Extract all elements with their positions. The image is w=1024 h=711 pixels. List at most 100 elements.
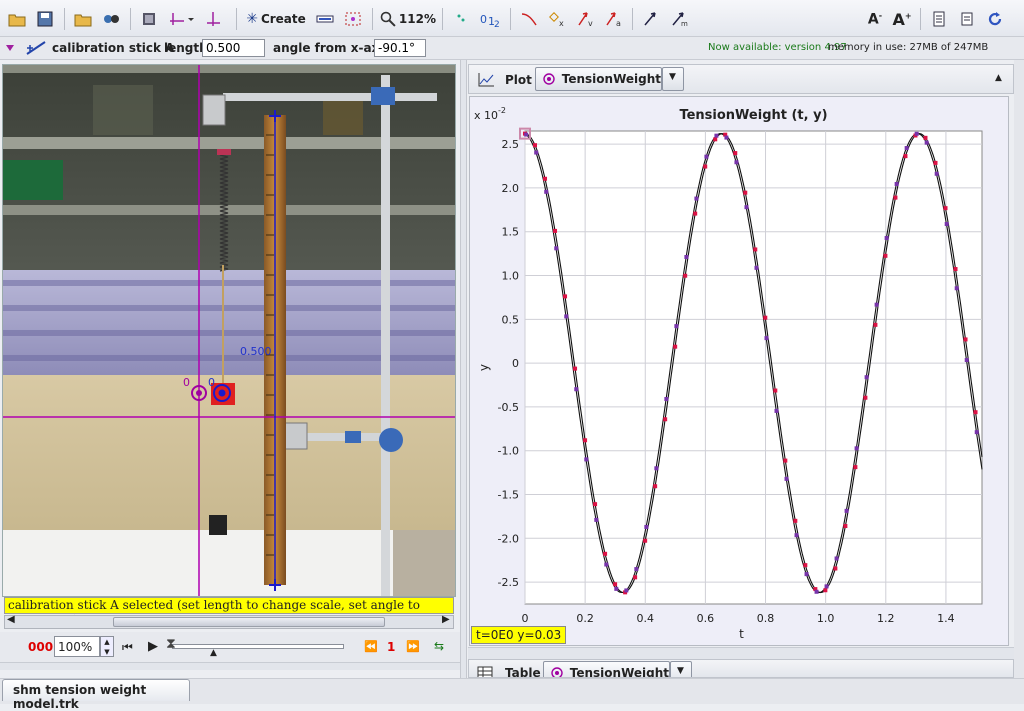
- data-point: [963, 337, 968, 342]
- calibration-stick-icon: [26, 41, 46, 55]
- data-point: [693, 211, 698, 216]
- video-view[interactable]: 0.500 0 0: [2, 64, 456, 597]
- step-size[interactable]: 1: [387, 640, 395, 654]
- loop-icon[interactable]: ⇆: [434, 639, 444, 653]
- svg-text:a: a: [616, 19, 621, 27]
- data-point: [534, 150, 539, 155]
- data-point: [533, 143, 538, 148]
- momentum-vector-icon[interactable]: m: [668, 7, 690, 31]
- table-view-icon[interactable]: [477, 666, 493, 678]
- y-tick-label: 2.5: [502, 138, 520, 151]
- frame-counter[interactable]: 000: [28, 640, 53, 654]
- data-point: [694, 196, 699, 201]
- video-horizontal-scrollbar[interactable]: ◀ ▶: [4, 614, 454, 629]
- plot-track-dropdown[interactable]: ▼: [662, 67, 684, 91]
- plot-view-icon[interactable]: [477, 72, 495, 88]
- info-icon[interactable]: [956, 7, 978, 31]
- right-split-bar[interactable]: [468, 647, 1014, 659]
- data-point: [874, 302, 879, 307]
- data-point: [753, 247, 758, 252]
- data-point: [713, 137, 718, 142]
- video-player-bar: 000 100% ▲ ▼ ⏮ ▶ ⧗ ▲ ⏪ 1 ⏩ ⇆: [0, 632, 460, 662]
- frame-slider-track[interactable]: [172, 644, 344, 649]
- reset-icon[interactable]: ⏮: [122, 640, 133, 655]
- video-frame-image: [3, 65, 455, 596]
- font-smaller-icon[interactable]: A-: [864, 7, 886, 31]
- zoom-button[interactable]: 112%: [380, 7, 436, 31]
- x-tick-label: 1.4: [937, 612, 955, 625]
- font-larger-icon[interactable]: A+: [890, 7, 914, 31]
- axes-icon[interactable]: [168, 7, 196, 31]
- tracks-list-icon[interactable]: [314, 7, 336, 31]
- open-video-icon[interactable]: [72, 7, 94, 31]
- left-split-bar[interactable]: [0, 662, 460, 670]
- y-tick-label: -1.5: [498, 489, 519, 502]
- labels-icon[interactable]: 012: [478, 7, 502, 31]
- data-point: [754, 265, 759, 270]
- playback-rate-field[interactable]: 100%: [54, 636, 100, 657]
- step-forward-icon[interactable]: ⏩: [406, 640, 420, 653]
- y-tick-label: 2.0: [502, 182, 520, 195]
- data-point: [903, 154, 908, 159]
- save-icon[interactable]: [34, 7, 56, 31]
- position-vector-icon[interactable]: [640, 7, 662, 31]
- memory-readout[interactable]: memory in use: 27MB of 247MB: [828, 42, 988, 53]
- step-back-icon[interactable]: ⏪: [364, 640, 378, 653]
- main-split-divider[interactable]: [460, 60, 467, 678]
- data-point: [603, 551, 608, 556]
- table-track-selector[interactable]: TensionWeight: [543, 661, 670, 677]
- mark-icon[interactable]: x: [546, 7, 568, 31]
- origin-label-secondary: 0: [208, 376, 215, 389]
- plot-view-header: Plot TensionWeight ▼ ▲: [468, 64, 1014, 94]
- coordinate-readout: t=0E0 y=0.03: [471, 626, 567, 644]
- trail-icon[interactable]: [450, 7, 472, 31]
- data-point: [954, 286, 959, 291]
- data-point: [544, 189, 549, 194]
- angle-field[interactable]: [374, 39, 426, 57]
- tape-icon[interactable]: [202, 7, 224, 31]
- data-point: [784, 476, 789, 481]
- table-view-label[interactable]: Table: [505, 666, 541, 677]
- x-tick-label: 0.8: [757, 612, 775, 625]
- notes-icon[interactable]: [928, 7, 950, 31]
- model-builder-icon[interactable]: [342, 7, 364, 31]
- data-point: [904, 146, 909, 151]
- track-name-label[interactable]: calibration stick A: [52, 41, 174, 55]
- plot-area[interactable]: 0 0.2 0.4 0.6 0.8 1.0 1.2 1.4 2.5 2.0 1.5 1.0 0.5 0 -0…: [469, 96, 1009, 646]
- scroll-right-icon[interactable]: ▶: [442, 614, 450, 625]
- clip-settings-icon[interactable]: [138, 7, 160, 31]
- maximize-icon[interactable]: ▲: [995, 73, 1002, 83]
- velocity-icon[interactable]: v: [574, 7, 596, 31]
- scroll-left-icon[interactable]: ◀: [7, 614, 15, 625]
- acceleration-icon[interactable]: a: [602, 7, 624, 31]
- frame-slider-thumb[interactable]: ⧗: [166, 636, 176, 652]
- track-menu-arrow-icon[interactable]: [5, 43, 15, 53]
- file-tab[interactable]: shm tension weight model.trk: [2, 679, 190, 711]
- video-effects-icon[interactable]: [100, 7, 122, 31]
- data-point: [584, 457, 589, 462]
- data-point: [763, 315, 768, 320]
- x-tick-label: 0.6: [697, 612, 715, 625]
- data-point: [653, 484, 658, 489]
- update-notice[interactable]: Now available: version 4.97: [708, 42, 847, 53]
- rate-spinner[interactable]: ▲ ▼: [100, 636, 114, 657]
- length-field[interactable]: [202, 39, 265, 57]
- table-track-dropdown[interactable]: ▼: [670, 661, 692, 677]
- toolbar-separator: [510, 8, 511, 30]
- svg-text:2: 2: [494, 20, 500, 27]
- data-point: [634, 567, 639, 572]
- open-icon[interactable]: [6, 7, 28, 31]
- refresh-icon[interactable]: [984, 7, 1006, 31]
- create-button[interactable]: ✳ Create: [246, 7, 306, 31]
- data-point: [524, 132, 529, 137]
- data-point: [933, 160, 938, 165]
- path-icon[interactable]: [518, 7, 540, 31]
- plot-track-selector[interactable]: TensionWeight: [535, 67, 662, 91]
- play-icon[interactable]: ▶: [148, 639, 158, 654]
- data-point: [884, 236, 889, 241]
- end-frame-marker-icon[interactable]: ▲: [210, 648, 217, 658]
- origin-label: 0: [183, 376, 190, 389]
- scrollbar-thumb[interactable]: [113, 617, 385, 627]
- plot-view-label[interactable]: Plot: [505, 73, 532, 87]
- data-point: [863, 395, 868, 400]
